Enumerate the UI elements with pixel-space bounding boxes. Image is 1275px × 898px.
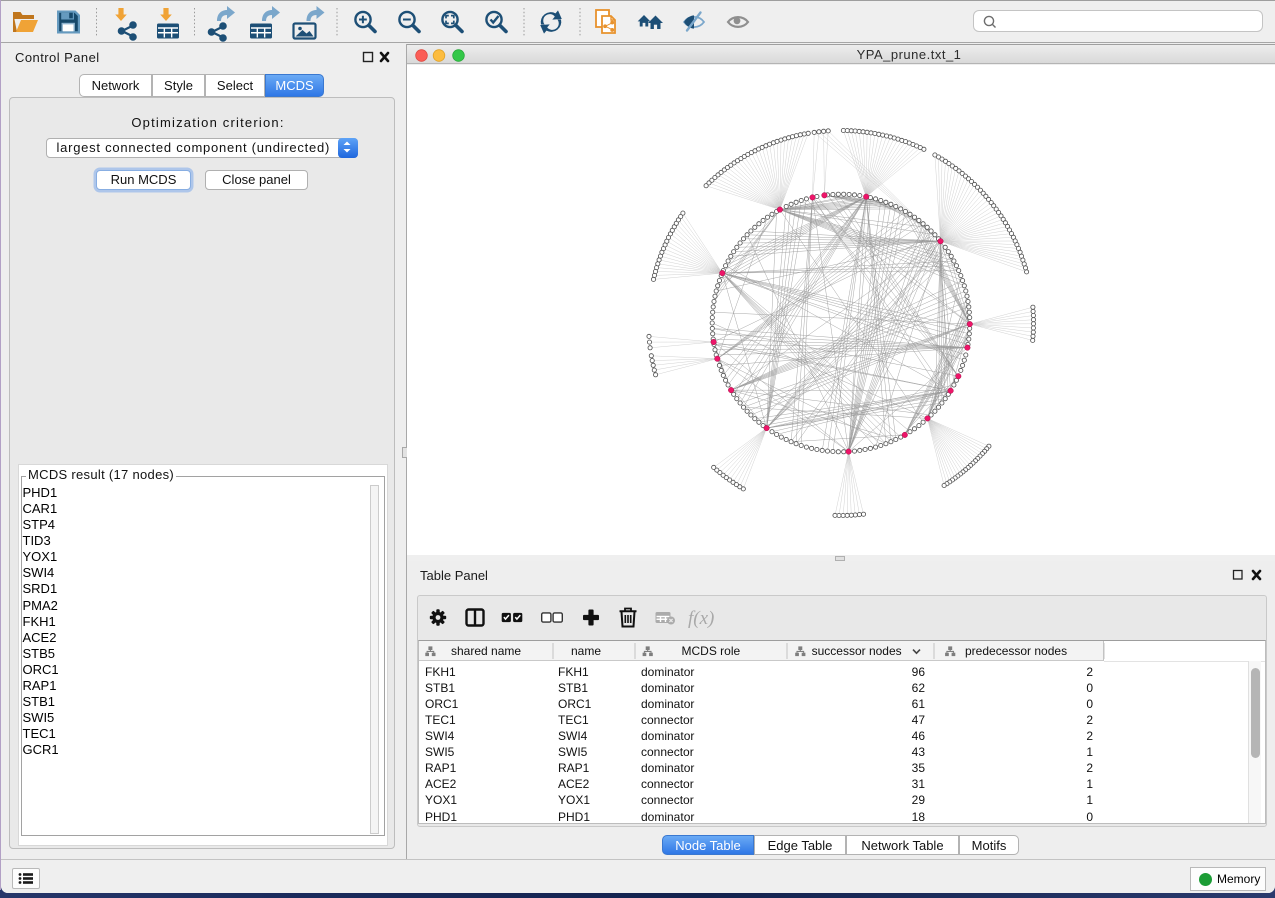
svg-text:name: name	[571, 644, 601, 658]
svg-text:shared name: shared name	[451, 644, 521, 658]
svg-text:MCDS role: MCDS role	[682, 644, 741, 658]
svg-text:YPA_prune.txt_1: YPA_prune.txt_1	[857, 47, 962, 62]
svg-text:predecessor nodes: predecessor nodes	[965, 644, 1067, 658]
svg-text:f(x): f(x)	[688, 608, 714, 629]
svg-text:successor nodes: successor nodes	[812, 644, 902, 658]
